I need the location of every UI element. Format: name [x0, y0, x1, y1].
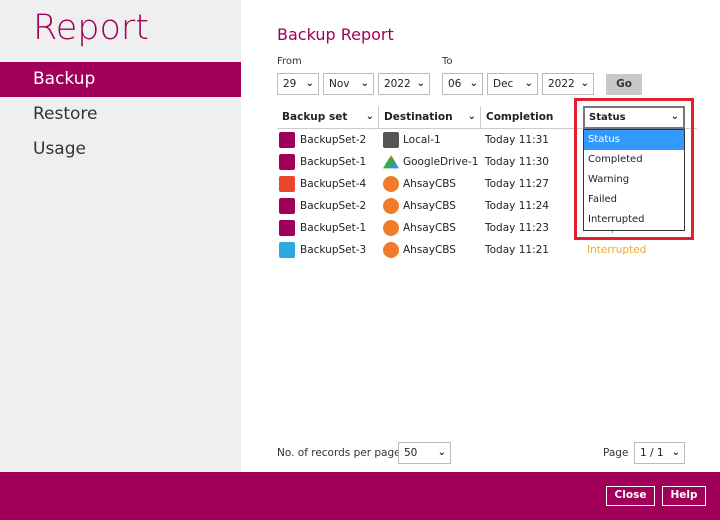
sidebar-nav: Backup Restore Usage: [0, 62, 241, 167]
status-cell: Interrupted: [587, 244, 647, 256]
destination-cell: AhsayCBS: [403, 222, 456, 234]
help-button[interactable]: Help: [662, 486, 706, 506]
sidebar-item-usage[interactable]: Usage: [0, 132, 241, 167]
completion-cell: Today 11:30: [485, 156, 549, 168]
backup-set-cell: BackupSet-1: [300, 222, 367, 234]
from-year-value: 2022: [384, 78, 411, 90]
column-backup-set[interactable]: Backup set ⌄: [277, 106, 378, 128]
chevron-down-icon: ⌄: [469, 78, 478, 89]
table-row[interactable]: BackupSet-3 AhsayCBS Today 11:21 Interru…: [277, 239, 697, 261]
from-day-value: 29: [283, 78, 297, 90]
footer: Close Help: [0, 472, 720, 520]
ahsaycbs-icon: [383, 242, 399, 258]
chevron-down-icon: ⌄: [671, 447, 680, 458]
to-year-value: 2022: [548, 78, 575, 90]
chevron-down-icon: ⌄: [365, 111, 374, 122]
completion-cell: Today 11:21: [485, 244, 549, 256]
sidebar-item-restore[interactable]: Restore: [0, 97, 241, 132]
to-month-select[interactable]: Dec ⌄: [487, 73, 538, 95]
destination-cell: GoogleDrive-1: [403, 156, 479, 168]
file-icon: [279, 220, 295, 236]
completion-cell: Today 11:23: [485, 222, 549, 234]
to-label: To: [442, 56, 453, 67]
records-per-page-select[interactable]: 50 ⌄: [398, 442, 451, 464]
from-month-value: Nov: [329, 78, 350, 90]
to-year-select[interactable]: 2022 ⌄: [542, 73, 594, 95]
destination-cell: AhsayCBS: [403, 178, 456, 190]
completion-cell: Today 11:31: [485, 134, 549, 146]
destination-cell: Local-1: [403, 134, 441, 146]
ahsaycbs-icon: [383, 220, 399, 236]
chevron-down-icon: ⌄: [580, 78, 589, 89]
backup-set-cell: BackupSet-4: [300, 178, 367, 190]
to-day-value: 06: [448, 78, 462, 90]
chevron-down-icon: ⌄: [416, 78, 425, 89]
highlight-box: [574, 98, 694, 240]
column-label: Destination: [384, 111, 453, 123]
file-icon: [279, 132, 295, 148]
from-label: From: [277, 56, 302, 67]
from-day-select[interactable]: 29 ⌄: [277, 73, 319, 95]
backup-set-cell: BackupSet-2: [300, 134, 367, 146]
to-day-select[interactable]: 06 ⌄: [442, 73, 483, 95]
completion-cell: Today 11:27: [485, 178, 549, 190]
office365-icon: [279, 176, 295, 192]
sidebar-item-backup[interactable]: Backup: [0, 62, 241, 97]
ahsaycbs-icon: [383, 176, 399, 192]
completion-cell: Today 11:24: [485, 200, 549, 212]
backup-set-cell: BackupSet-1: [300, 156, 367, 168]
from-month-select[interactable]: Nov ⌄: [323, 73, 374, 95]
column-label: Completion: [486, 111, 554, 123]
column-completion[interactable]: Completion: [480, 106, 580, 128]
page-select[interactable]: 1 / 1 ⌄: [634, 442, 685, 464]
close-button[interactable]: Close: [606, 486, 655, 506]
from-year-select[interactable]: 2022 ⌄: [378, 73, 430, 95]
column-label: Backup set: [282, 111, 348, 123]
chevron-down-icon: ⌄: [437, 447, 446, 458]
chevron-down-icon: ⌄: [360, 78, 369, 89]
chevron-down-icon: ⌄: [467, 111, 476, 122]
local-drive-icon: [383, 132, 399, 148]
page-label: Page: [603, 447, 629, 459]
app-title: Report: [33, 8, 150, 48]
chevron-down-icon: ⌄: [305, 78, 314, 89]
column-destination[interactable]: Destination ⌄: [378, 106, 480, 128]
records-value: 50: [404, 447, 418, 459]
backup-set-cell: BackupSet-3: [300, 244, 367, 256]
backup-set-cell: BackupSet-2: [300, 200, 367, 212]
google-drive-icon: [383, 154, 399, 169]
destination-cell: AhsayCBS: [403, 200, 456, 212]
sidebar: Report Backup Restore Usage: [0, 0, 241, 472]
file-icon: [279, 154, 295, 170]
destination-cell: AhsayCBS: [403, 244, 456, 256]
page-title: Backup Report: [277, 25, 394, 44]
file-icon: [279, 198, 295, 214]
records-per-page-label: No. of records per page: [277, 447, 401, 459]
chevron-down-icon: ⌄: [524, 78, 533, 89]
go-button[interactable]: Go: [606, 74, 642, 95]
to-month-value: Dec: [493, 78, 514, 90]
page-value: 1 / 1: [640, 447, 664, 459]
ahsaycbs-icon: [383, 198, 399, 214]
cloud-file-icon: [279, 242, 295, 258]
